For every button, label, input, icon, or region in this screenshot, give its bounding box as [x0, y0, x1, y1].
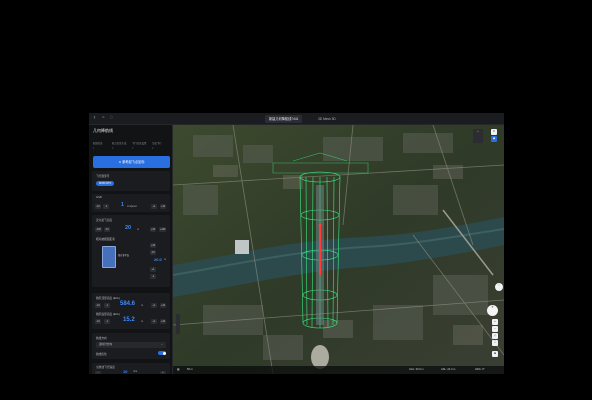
- title-bar: ‹ ▫ ◌ 新建几何降航线7441 3D Mesh 3D: [89, 113, 504, 125]
- tab-mesh[interactable]: 3D Mesh 3D: [314, 115, 340, 123]
- sampling-value: 20.0: [154, 257, 162, 262]
- top-alt-minus10-button[interactable]: -10: [95, 303, 101, 308]
- zoom-in-icon[interactable]: +: [492, 319, 498, 325]
- back-arrow-icon[interactable]: ‹: [91, 115, 98, 122]
- direction-label: 航线方向: [96, 337, 107, 340]
- scale-text: 50 m: [187, 368, 193, 371]
- safe-height-label: 安全起飞高度: [96, 219, 113, 222]
- fullscreen-icon[interactable]: ⛶: [492, 340, 498, 346]
- zoom-out-icon[interactable]: −: [492, 326, 498, 332]
- speed-controls: - 10 m/s +: [92, 369, 170, 374]
- map-type-icon[interactable]: ▦: [177, 368, 179, 371]
- collapse-panel-handle[interactable]: [176, 314, 180, 334]
- drone-model-card: 飞行器型号 M350 RTK: [92, 171, 170, 191]
- north-arrow-icon[interactable]: ↑: [495, 283, 503, 291]
- gsd-minus10-button[interactable]: -10: [95, 204, 101, 209]
- bottom-alt-plus10-button[interactable]: +10: [160, 319, 167, 324]
- top-altitude-unit: m: [141, 304, 144, 307]
- set-takeoff-point-button[interactable]: ⊙ 参考起飞点坐标: [93, 156, 170, 168]
- optimize-toggle[interactable]: [158, 351, 166, 355]
- ruler-icon[interactable]: ⊞: [492, 351, 498, 357]
- bottom-altitude-unit: m: [141, 320, 144, 323]
- drone-model-chip[interactable]: M350 RTK: [96, 181, 115, 186]
- step-indicator: 航线信息 1 航点信息生成 2 飞行信息设置 3 生成飞行 4: [93, 141, 169, 155]
- document-icon[interactable]: ▫: [100, 115, 107, 122]
- safe-height-plus100-button[interactable]: +100: [159, 227, 167, 232]
- asl-text: ASL: 22.3 m: [441, 368, 456, 371]
- step-3[interactable]: 飞行信息设置 3: [132, 141, 151, 150]
- top-alt-plus10-button[interactable]: +10: [160, 303, 167, 308]
- sampling-unit: m: [164, 258, 167, 261]
- step-1[interactable]: 航线信息 1: [93, 141, 112, 150]
- route-settings-panel: 几何降航线 航线信息 1 航点信息生成 2 飞行信息设置 3 生成飞行 4 ⊙ 参考起飞…: [89, 125, 173, 374]
- sampling-minus10-button[interactable]: -10: [150, 250, 156, 255]
- speed-value: 10: [123, 369, 128, 374]
- app-window: ‹ ▫ ◌ 新建几何降航线7441 3D Mesh 3D 几何降航线 航线信息 1…: [89, 113, 504, 374]
- gsd-plus1-button[interactable]: +1: [151, 204, 157, 209]
- altitude-card: 航区顶部高度 (EGL) -10 -1 584.6 m +1 +10 航区底部高…: [92, 293, 170, 329]
- height-card: 安全起飞高度 -100 -10 20 m +10 +100 相对被摄面距离 相对…: [92, 215, 170, 287]
- status-bar: ▦ 50 m AGL: 30.9 m ASL: 22.3 m HDG: 0°: [173, 366, 504, 374]
- speed-label: 全航线飞行速度: [96, 366, 115, 369]
- speed-minus-button[interactable]: -: [95, 371, 101, 374]
- map-render: [173, 125, 504, 374]
- gsd-plus10-button[interactable]: +10: [160, 204, 167, 209]
- gsd-card: GSD -10 -1 1 cm/pixel +1 +10: [92, 194, 170, 212]
- step-4[interactable]: 生成飞行 4: [152, 141, 171, 150]
- bottom-alt-minus1-button[interactable]: -1: [104, 319, 110, 324]
- tab-route[interactable]: 新建几何降航线7441: [265, 115, 303, 123]
- heading-text: HDG: 0°: [475, 368, 485, 371]
- bottom-altitude-label: 航区底部高度 (EGL): [96, 313, 121, 316]
- safe-height-minus10-button[interactable]: -10: [104, 227, 110, 232]
- compass-icon[interactable]: ▲: [473, 129, 483, 143]
- safe-height-minus100-button[interactable]: -100: [95, 227, 102, 232]
- gsd-minus1-button[interactable]: -1: [103, 204, 109, 209]
- bottom-alt-plus1-button[interactable]: +1: [151, 319, 157, 324]
- safe-height-unit: m: [137, 228, 140, 231]
- step-2[interactable]: 航点信息生成 2: [112, 141, 131, 150]
- map-mode-icon[interactable]: ◆: [491, 136, 497, 142]
- top-alt-plus1-button[interactable]: +1: [151, 303, 157, 308]
- sampling-minus1-button[interactable]: -1: [150, 274, 156, 279]
- bottom-altitude-value: 15.2: [123, 317, 135, 323]
- panel-title: 几何降航线: [93, 128, 113, 133]
- top-alt-minus1-button[interactable]: -1: [104, 303, 110, 308]
- layers-icon[interactable]: ≡: [491, 129, 497, 135]
- top-altitude-label: 航区顶部高度 (EGL): [96, 297, 121, 300]
- speed-unit: m/s: [133, 370, 138, 373]
- top-altitude-value: 584.6: [120, 301, 136, 307]
- speed-plus-button[interactable]: +: [160, 371, 166, 374]
- sampling-plus10-button[interactable]: +10: [150, 243, 157, 248]
- optimize-label: 航线优化: [96, 353, 107, 356]
- agl-text: AGL: 30.9 m: [409, 368, 424, 371]
- direction-dropdown[interactable]: 逆时针方向 ⌄: [96, 342, 166, 348]
- chevron-down-icon: ⌄: [160, 343, 163, 346]
- settings-icon[interactable]: ◌: [108, 115, 115, 122]
- drone-model-label: 飞行器型号: [96, 175, 110, 178]
- sampling-model-label: 相对参考面: [118, 255, 129, 257]
- locate-drone-icon[interactable]: ✈: [487, 305, 498, 316]
- sampling-distance-label: 相对被摄面距离: [96, 238, 115, 241]
- safe-height-value: 20: [125, 225, 132, 231]
- satellite-map-view[interactable]: ▲ ≡ ◆ ↑ ✈ + − ◇ ⛶ ⊞ ▦ 50 m AGL: 30.9 m A…: [173, 125, 504, 374]
- gsd-unit: cm/pixel: [127, 205, 137, 208]
- safe-height-plus10-button[interactable]: +10: [150, 227, 157, 232]
- direction-card: 航线方向 逆时针方向 ⌄ 航线优化: [92, 333, 170, 359]
- tilt-icon[interactable]: ◇: [492, 333, 498, 339]
- building-model-icon: [102, 246, 116, 268]
- gsd-label: GSD: [96, 196, 102, 199]
- sampling-plus1-button[interactable]: +1: [150, 267, 156, 272]
- gsd-value: 1: [121, 202, 124, 208]
- bottom-alt-minus10-button[interactable]: -10: [95, 319, 101, 324]
